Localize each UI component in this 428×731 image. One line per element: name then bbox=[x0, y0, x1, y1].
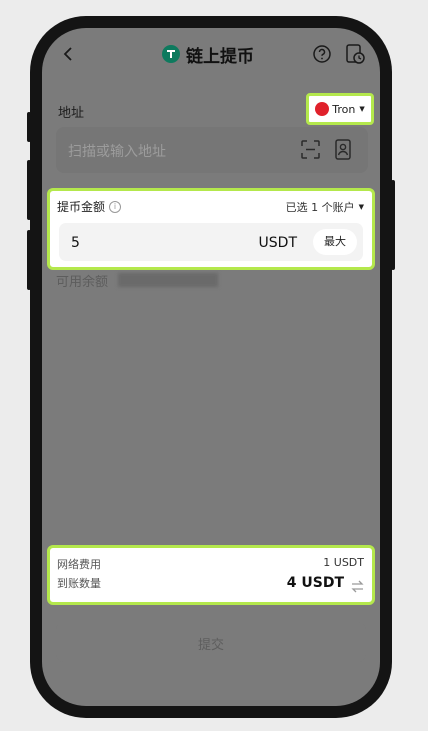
amount-section: 提币金额 i 已选 1 个账户 ▼ 5 USDT 最大 bbox=[47, 188, 375, 270]
network-selector[interactable]: Tron ▼ bbox=[306, 93, 374, 125]
amount-unit: USDT bbox=[258, 235, 297, 251]
help-icon[interactable] bbox=[312, 44, 332, 64]
available-balance-label: 可用余额 bbox=[56, 275, 109, 290]
phone-side-button bbox=[27, 112, 31, 142]
chevron-down-icon: ▼ bbox=[358, 203, 364, 211]
scan-icon[interactable] bbox=[301, 140, 320, 159]
max-button[interactable]: 最大 bbox=[313, 229, 357, 255]
address-placeholder: 扫描或输入地址 bbox=[68, 144, 166, 160]
network-fee-label: 网络费用 bbox=[57, 558, 101, 571]
network-name: Tron bbox=[332, 102, 356, 116]
account-selector[interactable]: 已选 1 个账户 ▼ bbox=[286, 199, 364, 215]
page-title-text: 链上提币 bbox=[186, 46, 254, 67]
submit-button[interactable]: 提交 bbox=[56, 622, 366, 662]
available-balance-value-redacted bbox=[118, 273, 218, 287]
network-fee-value: 1 USDT bbox=[323, 556, 364, 569]
amount-input[interactable]: 5 USDT 最大 bbox=[59, 223, 363, 261]
amount-label-row: 提币金额 i bbox=[57, 198, 122, 215]
info-icon[interactable]: i bbox=[109, 200, 122, 213]
amount-label: 提币金额 bbox=[57, 200, 106, 214]
phone-side-button bbox=[27, 160, 31, 220]
phone-side-button bbox=[391, 180, 395, 270]
receive-amount-value: 4 USDT bbox=[286, 575, 344, 591]
submit-button-label: 提交 bbox=[197, 638, 224, 653]
address-book-icon[interactable] bbox=[335, 139, 351, 160]
fee-summary: 网络费用 1 USDT 到账数量 4 USDT bbox=[47, 545, 375, 605]
account-selector-label: 已选 1 个账户 bbox=[285, 201, 355, 214]
back-icon[interactable] bbox=[62, 44, 76, 64]
page-title: 链上提币 bbox=[162, 42, 254, 67]
tron-icon bbox=[315, 102, 330, 116]
chevron-down-icon: ▼ bbox=[359, 105, 365, 113]
tether-icon bbox=[162, 45, 180, 63]
swap-icon[interactable] bbox=[351, 578, 364, 593]
receive-amount-label: 到账数量 bbox=[57, 577, 101, 590]
address-label: 地址 bbox=[58, 106, 85, 121]
phone-side-button bbox=[27, 230, 31, 290]
amount-value: 5 bbox=[71, 235, 80, 251]
history-icon[interactable] bbox=[344, 43, 366, 65]
app-screen: 链上提币 地址 Tron ▼ 扫描或输入地址 提币金额 i 已选 1 个账户 ▼… bbox=[42, 28, 380, 706]
address-input[interactable]: 扫描或输入地址 bbox=[56, 127, 368, 173]
